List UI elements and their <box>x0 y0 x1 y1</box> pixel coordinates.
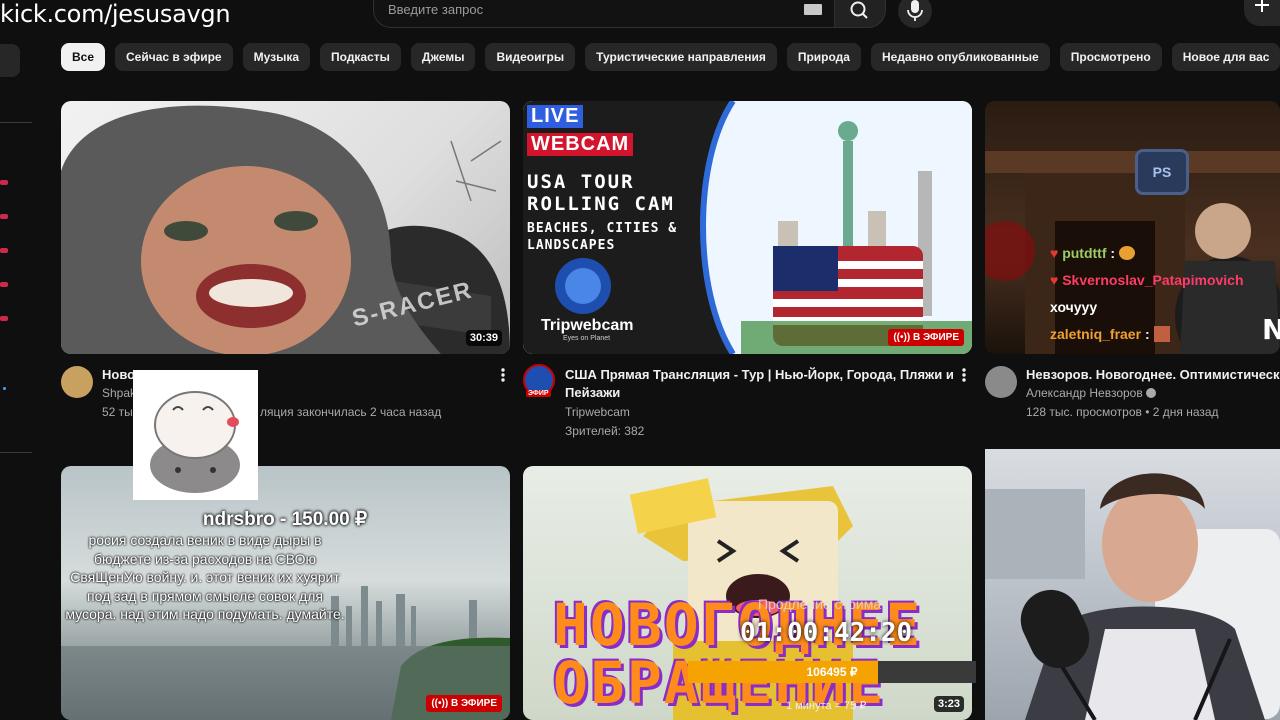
duration-badge: 3:23 <box>933 696 964 712</box>
search-input[interactable]: Введите запрос <box>388 2 483 17</box>
thumb-brand-sub: Eyes on Planet <box>563 335 611 342</box>
video-stats-tail: ляция закончилась 2 часа назад <box>260 405 442 419</box>
chat-emote-icon: ♥ <box>1050 245 1059 261</box>
verified-icon <box>1146 388 1157 398</box>
stream-chat-overlay: ♥ putdttf : ♥ Skvernoslav_Patapimovich х… <box>1050 240 1244 348</box>
video-stats: 52 ты <box>102 405 133 419</box>
streamer-webcam <box>985 449 1280 720</box>
chip-podcasts[interactable]: Подкасты <box>320 43 401 71</box>
chip-music[interactable]: Музыка <box>242 43 311 71</box>
microphone-icon <box>907 0 923 21</box>
thumb-line-2: ROLLING CAM <box>527 193 675 215</box>
chat-username: Skvernoslav_Patapimovich <box>1062 272 1244 288</box>
sidebar-divider <box>0 452 32 453</box>
webcam-label: WEBCAM <box>527 133 634 156</box>
chip-travel[interactable]: Туристические направления <box>585 43 777 71</box>
voice-search-button[interactable] <box>898 0 932 28</box>
chip-videogames[interactable]: Видеоигры <box>485 43 576 71</box>
chip-watched[interactable]: Просмотрено <box>1059 43 1162 71</box>
more-actions-icon[interactable] <box>961 367 967 383</box>
video-title[interactable]: Невзоров. Новогоднее. Оптимистическ <box>1026 366 1280 384</box>
search-button[interactable] <box>834 0 886 28</box>
chat-message: хочууу <box>1050 294 1244 321</box>
new-content-dot <box>3 387 6 390</box>
viewer-count: Зрителей: 382 <box>565 424 645 438</box>
live-badge-label: В ЭФИРЕ <box>450 698 497 709</box>
channel-avatar[interactable] <box>61 366 93 398</box>
thumb-brand: Tripwebcam <box>541 317 634 334</box>
live-badge-label: В ЭФИРЕ <box>912 332 959 343</box>
chat-username: zaletniq_fraer <box>1050 326 1142 342</box>
channel-avatar[interactable] <box>985 366 1017 398</box>
video-thumbnail[interactable]: LIVE WEBCAM USA TOUR ROLLING CAM BEACHES… <box>523 101 972 354</box>
channel-name[interactable]: Александр Невзоров <box>1026 384 1157 403</box>
thumbnail-title-text: НОВОГОДНЕЕ ОБРАЩЕНИЕ <box>553 591 923 717</box>
thumbnail-image <box>61 105 510 354</box>
chat-message: ♥ putdttf : <box>1050 240 1244 267</box>
sidebar-item-home[interactable] <box>0 44 20 77</box>
goal-amount: 106495 ₽ <box>806 665 858 679</box>
live-label: LIVE <box>527 105 584 128</box>
chat-message: ♥ Skvernoslav_Patapimovich <box>1050 267 1244 294</box>
video-title[interactable]: США Прямая Трансляция - Тур | Нью-Йорк, … <box>565 366 955 402</box>
chip-jams[interactable]: Джемы <box>410 43 476 71</box>
timer-rate: 1 минута = 75 ₽ <box>786 700 867 712</box>
duration-badge: 30:39 <box>465 330 502 346</box>
stream-url-overlay: kick.com/jesusavgn <box>0 0 231 28</box>
donation-header: ndrsbro - 150.00 ₽ <box>202 509 368 530</box>
donation-alert: ndrsbro - 150.00 ₽ росия создала веник в… <box>60 508 510 624</box>
create-button[interactable] <box>1244 0 1280 26</box>
live-icon: ((•)) <box>431 698 451 709</box>
video-stats: 128 тыс. просмотров • 2 дня назад <box>1026 405 1219 419</box>
chip-all[interactable]: Все <box>61 43 106 71</box>
plus-icon <box>1255 0 1269 12</box>
thumb-line-1: USA TOUR <box>527 171 635 193</box>
chat-emote-icon <box>1118 246 1135 260</box>
video-title[interactable]: Ново <box>102 366 135 384</box>
chip-recently-uploaded[interactable]: Недавно опубликованные <box>870 43 1050 71</box>
chat-text: хочууу <box>1050 299 1098 315</box>
live-badge: ((•)) В ЭФИРЕ <box>426 695 502 712</box>
channel-name[interactable]: Tripwebcam <box>565 403 630 422</box>
filter-chips-bar: Все Сейчас в эфире Музыка Подкасты Джемы… <box>61 43 1280 71</box>
more-actions-icon[interactable] <box>500 367 506 383</box>
channel-name[interactable]: Shpak <box>102 384 136 403</box>
chat-text: : <box>1110 245 1116 261</box>
chat-text: : <box>1144 326 1150 342</box>
subscription-live-icons <box>0 180 8 321</box>
chip-nature[interactable]: Природа <box>786 43 861 71</box>
live-badge: ((•)) В ЭФИРЕ <box>888 329 964 346</box>
chat-username: putdttf <box>1062 245 1107 261</box>
timer-label: Продление стрима <box>758 596 882 612</box>
avatar-live-label: ЭФИР <box>526 390 551 397</box>
channel-name-label: Александр Невзоров <box>1026 386 1143 400</box>
donation-sticker <box>133 370 258 500</box>
chat-message: zaletniq_fraer : <box>1050 321 1244 348</box>
search-icon <box>850 1 868 19</box>
sidebar-divider <box>0 122 32 123</box>
keyboard-icon[interactable] <box>804 4 822 15</box>
stream-timer: 01:00:42:20 <box>740 618 913 648</box>
chip-new-for-you[interactable]: Новое для вас <box>1171 43 1280 71</box>
donation-message: росия создала веник в виде дыры в бюджет… <box>65 532 345 622</box>
video-thumbnail[interactable]: S-RACER 30:39 <box>61 101 510 354</box>
thumb-line-3: BEACHES, CITIES & <box>527 221 678 236</box>
cat-sticker-icon <box>150 391 240 493</box>
live-icon: ((•)) <box>893 332 913 343</box>
chat-emote-icon: ♥ <box>1050 272 1059 288</box>
chip-live[interactable]: Сейчас в эфире <box>115 43 233 71</box>
thumb-corner-letter: N <box>1262 313 1280 346</box>
chat-emote-icon <box>1153 326 1170 342</box>
ps-badge: PS <box>1135 149 1189 195</box>
thumb-line-4: LANDSCAPES <box>527 238 616 253</box>
webcam-image <box>985 473 1280 720</box>
